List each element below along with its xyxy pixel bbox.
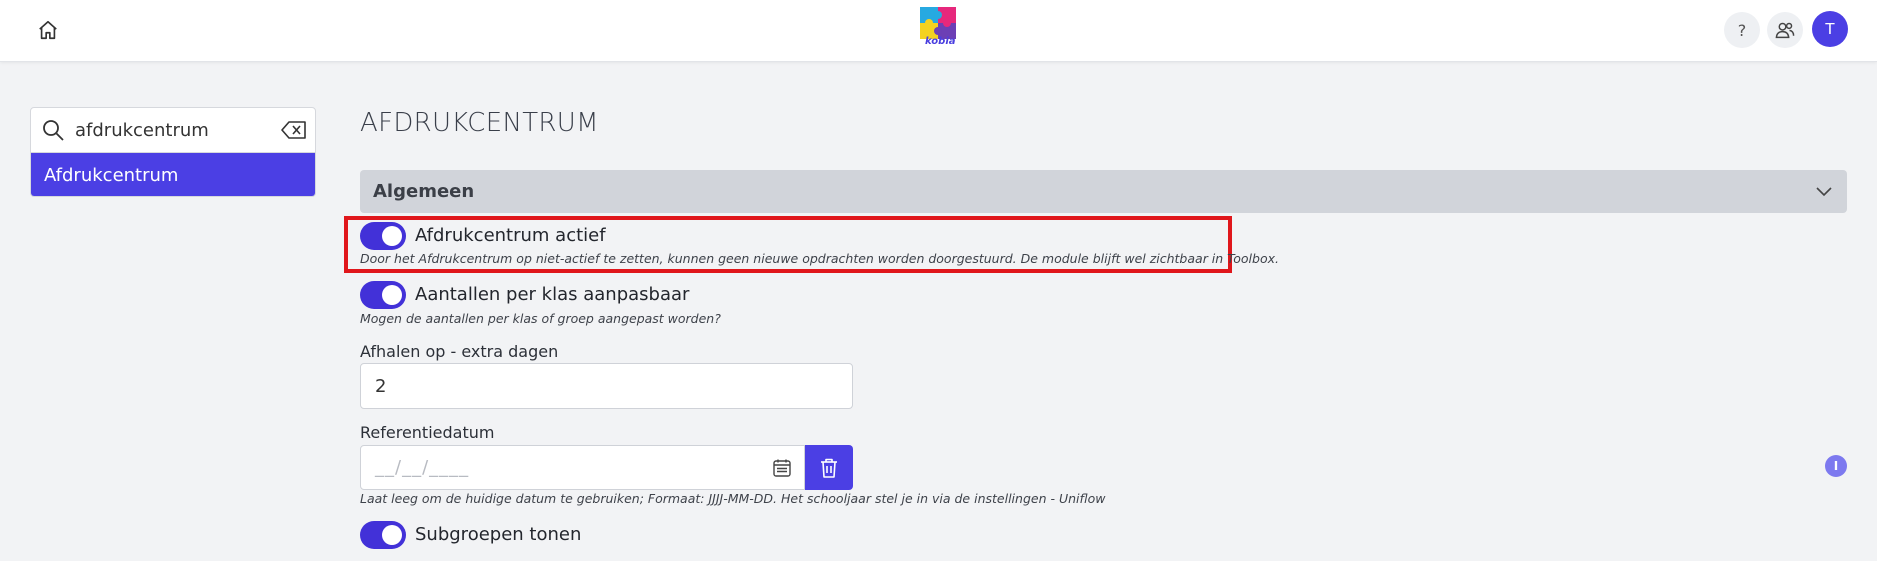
home-icon (39, 20, 57, 40)
top-bar: kobia ? T (0, 0, 1877, 62)
referentiedatum-input[interactable]: __/__/____ (360, 445, 805, 490)
aantallen-aanpasbaar-toggle[interactable] (360, 281, 406, 309)
aantallen-aanpasbaar-label: Aantallen per klas aanpasbaar (415, 284, 690, 305)
logo-text: kobia (925, 36, 956, 47)
help-button[interactable]: ? (1724, 12, 1760, 48)
info-badge[interactable]: I (1825, 455, 1847, 477)
users-icon (1775, 22, 1795, 39)
subgroepen-label: Subgroepen tonen (415, 524, 582, 545)
delete-date-button[interactable] (805, 445, 853, 490)
afdrukcentrum-actief-toggle[interactable] (360, 222, 406, 250)
calendar-icon[interactable] (772, 458, 792, 478)
section-title: Algemeen (373, 181, 475, 202)
referentiedatum-help: Laat leeg om de huidige datum te gebruik… (360, 491, 1106, 506)
trash-icon (821, 458, 837, 478)
search-row (31, 108, 315, 153)
afdrukcentrum-actief-help: Door het Afdrukcentrum op niet-actief te… (360, 251, 1279, 266)
home-button[interactable] (34, 16, 62, 44)
settings-search-panel: Afdrukcentrum (30, 107, 316, 197)
page-title: AFDRUKCENTRUM (360, 108, 599, 138)
user-avatar[interactable]: T (1812, 11, 1848, 47)
afdrukcentrum-actief-label: Afdrukcentrum actief (415, 225, 606, 246)
chevron-down-icon (1816, 187, 1832, 197)
clear-search-icon[interactable] (281, 120, 307, 140)
search-input[interactable] (75, 119, 265, 141)
search-icon (43, 120, 64, 141)
aantallen-aanpasbaar-help: Mogen de aantallen per klas of groep aan… (360, 311, 721, 326)
subgroepen-toggle[interactable] (360, 521, 406, 549)
referentiedatum-label: Referentiedatum (360, 423, 495, 442)
section-header-algemeen[interactable]: Algemeen (360, 170, 1847, 213)
date-placeholder: __/__/____ (375, 457, 470, 478)
search-result-item[interactable]: Afdrukcentrum (31, 153, 315, 196)
afhalen-label: Afhalen op - extra dagen (360, 342, 559, 361)
users-button[interactable] (1767, 12, 1803, 48)
afhalen-extra-dagen-input[interactable] (360, 363, 853, 409)
